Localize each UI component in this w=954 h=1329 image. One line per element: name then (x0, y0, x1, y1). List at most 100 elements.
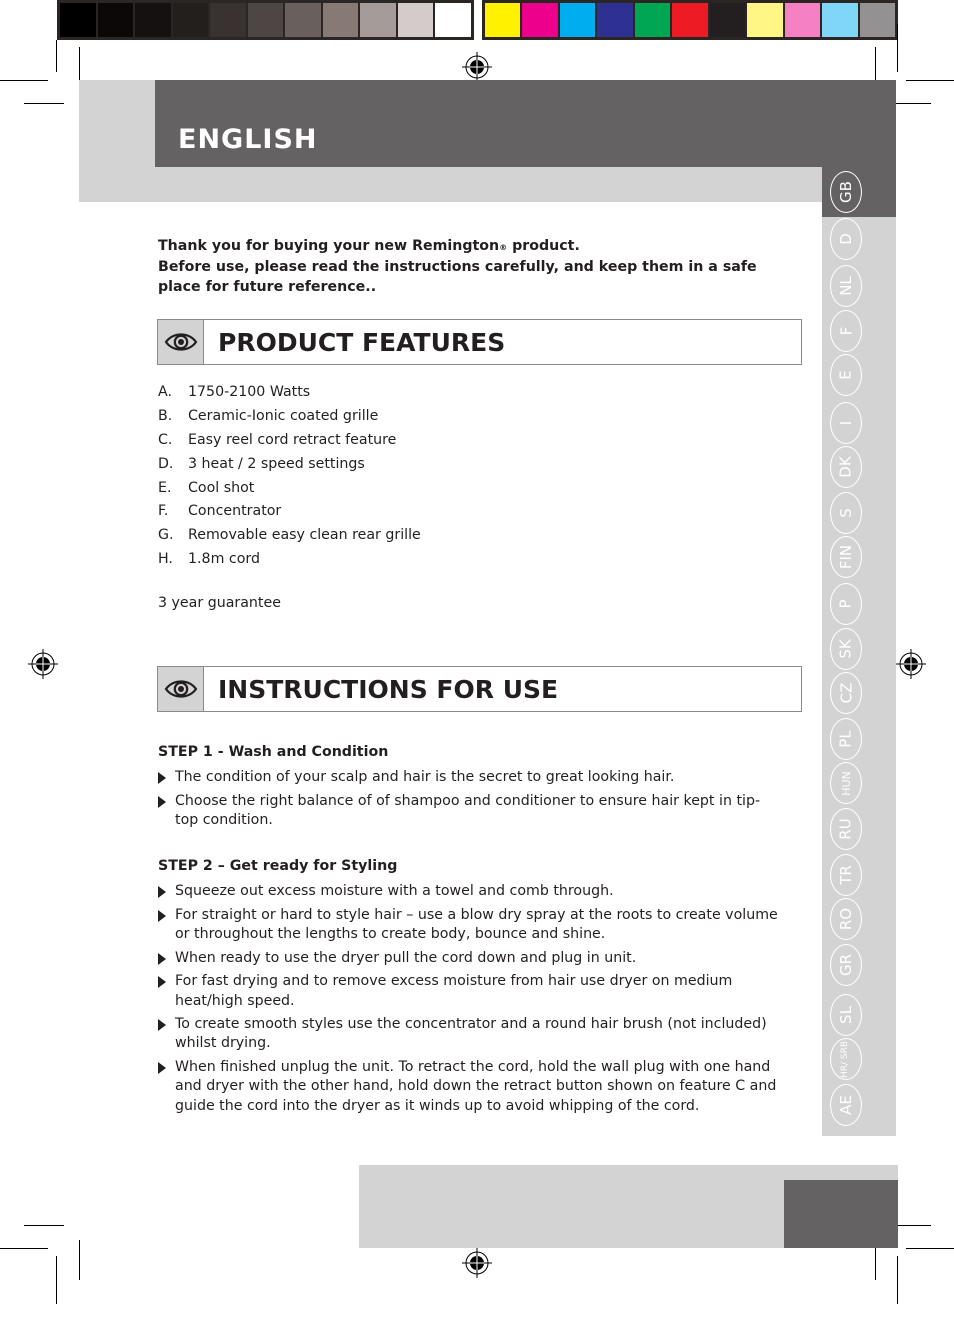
language-tab-s[interactable]: S (830, 492, 862, 534)
bullet-text: To create smooth styles use the concentr… (175, 1016, 767, 1052)
language-tab-fin[interactable]: FIN (830, 536, 862, 578)
registered-trademark: ® (499, 243, 508, 252)
language-tab-e[interactable]: E (830, 354, 862, 396)
feature-key: H. (158, 551, 173, 568)
step-2-title: STEP 2 – Get ready for Styling (158, 858, 398, 874)
instruction-bullet: When finished unplug the unit. To retrac… (158, 1058, 778, 1116)
bullet-text: Choose the right balance of of shampoo a… (175, 792, 761, 828)
instructions-header: INSTRUCTIONS FOR USE (157, 666, 802, 712)
triangle-bullet-icon (158, 768, 175, 787)
crop-mark (79, 1240, 80, 1280)
language-tab-gb[interactable]: GB (830, 171, 862, 213)
instruction-bullet: Choose the right balance of of shampoo a… (158, 792, 778, 830)
registration-mark-icon (462, 52, 492, 82)
color-swatch (397, 3, 434, 37)
feature-item: B. Ceramic-Ionic coated grille (158, 404, 421, 428)
language-tab-ro[interactable]: RO (830, 898, 862, 940)
section-title: INSTRUCTIONS FOR USE (218, 674, 559, 704)
feature-key: E. (158, 479, 172, 496)
color-swatch (822, 3, 858, 37)
language-code: SK (836, 639, 855, 659)
instruction-bullet: The condition of your scalp and hair is … (158, 768, 778, 787)
color-swatch (60, 3, 96, 37)
language-code: CZ (837, 682, 855, 704)
instruction-bullet: To create smooth styles use the concentr… (158, 1015, 778, 1053)
product-features-header: PRODUCT FEATURES (157, 319, 802, 365)
feature-key: A. (158, 383, 172, 400)
language-tab-sl[interactable]: SL (830, 994, 862, 1036)
language-tab-pl[interactable]: PL (830, 718, 862, 760)
triangle-bullet-icon (158, 1015, 175, 1053)
color-swatch (709, 3, 746, 37)
language-tab-tr[interactable]: TR (830, 854, 862, 896)
language-code: NL (836, 276, 855, 296)
language-code: HR/ SRB (840, 1040, 851, 1078)
crop-mark (891, 103, 931, 104)
language-code: GR (836, 953, 855, 977)
instruction-bullet: For straight or hard to style hair – use… (158, 906, 778, 944)
language-tab-i[interactable]: I (830, 402, 862, 444)
guarantee-text: 3 year guarantee (158, 595, 281, 611)
language-code: RU (837, 818, 855, 840)
feature-item: D. 3 heat / 2 speed settings (158, 452, 421, 476)
color-swatch (435, 3, 472, 37)
crop-mark (0, 1248, 48, 1249)
color-swatch (485, 3, 521, 37)
crop-mark (24, 103, 64, 104)
step-1-title: STEP 1 - Wash and Condition (158, 744, 389, 760)
language-tab-cz[interactable]: CZ (830, 672, 862, 714)
color-swatch (135, 3, 171, 37)
crop-mark (24, 1225, 64, 1226)
color-calibration-bar-color (482, 0, 898, 40)
language-tab-hrsrb[interactable]: HR/ SRB (830, 1038, 862, 1080)
language-tab-gr[interactable]: GR (830, 944, 862, 986)
triangle-bullet-icon (158, 949, 175, 968)
bullet-text: For fast drying and to remove excess moi… (175, 973, 733, 1009)
feature-text: 1.8m cord (188, 551, 260, 568)
language-code: D (837, 233, 855, 245)
language-tab-p[interactable]: P (830, 583, 862, 625)
triangle-bullet-icon (158, 972, 175, 1010)
language-tab-ae[interactable]: AE (830, 1084, 862, 1126)
feature-text: Removable easy clean rear grille (188, 527, 421, 544)
language-code: TR (837, 865, 855, 885)
language-tab-ru[interactable]: RU (830, 808, 862, 850)
language-tab-hun[interactable]: HUN (830, 762, 862, 804)
language-tab-nl[interactable]: NL (830, 265, 862, 307)
bullet-text: When ready to use the dryer pull the cor… (175, 949, 637, 966)
language-code: S (837, 508, 855, 518)
language-code: DK (836, 456, 855, 478)
crop-mark (897, 1256, 898, 1304)
feature-text: Concentrator (188, 503, 282, 520)
color-swatch (247, 3, 284, 37)
feature-item: F. Concentrator (158, 499, 421, 523)
language-code: I (837, 420, 855, 426)
language-code: GB (836, 181, 855, 203)
triangle-bullet-icon (158, 792, 175, 830)
color-swatch (559, 3, 596, 37)
language-code: RO (836, 907, 855, 931)
step-1-bullets: The condition of your scalp and hair is … (158, 768, 778, 835)
color-calibration-bar-grayscale (57, 0, 474, 40)
instruction-bullet: Squeeze out excess moisture with a towel… (158, 882, 778, 901)
bullet-text: When finished unplug the unit. To retrac… (175, 1059, 777, 1114)
crop-mark (906, 80, 954, 81)
language-tab-f[interactable]: F (830, 310, 862, 352)
language-code: SL (836, 1006, 855, 1024)
registration-mark-icon (896, 649, 926, 679)
language-tab-sk[interactable]: SK (830, 628, 862, 670)
color-swatch (672, 3, 708, 37)
feature-text: Cool shot (188, 479, 255, 496)
eye-icon (158, 667, 204, 711)
language-code: AE (837, 1095, 855, 1115)
crop-mark (56, 1256, 57, 1304)
language-code: HUN (839, 770, 853, 796)
language-tab-dk[interactable]: DK (830, 446, 862, 488)
language-tab-d[interactable]: D (830, 218, 862, 260)
language-code: PL (837, 730, 855, 748)
features-list: A. 1750-2100 Watts B. Ceramic-Ionic coated … (158, 380, 421, 571)
triangle-bullet-icon (158, 1058, 175, 1116)
intro-text: Thank you for buying your new Remington®… (158, 236, 778, 298)
eye-icon (158, 320, 204, 364)
color-swatch (747, 3, 783, 37)
